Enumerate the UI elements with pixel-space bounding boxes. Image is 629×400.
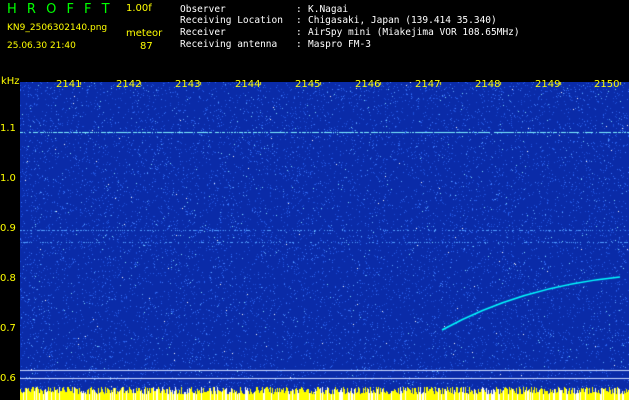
freq-label: 0.6 xyxy=(0,373,16,384)
app-title: H R O F F T xyxy=(7,2,113,17)
filename-label: KN9_2506302140.png xyxy=(7,23,108,33)
info-sep: : xyxy=(296,27,302,38)
info-sep: : xyxy=(296,39,302,50)
mode-label: meteor xyxy=(126,28,163,39)
info-sep: : xyxy=(296,15,302,26)
info-value: K.Nagai xyxy=(308,4,349,15)
time-tick-label: 2147 xyxy=(415,79,441,90)
freq-label: 0.8 xyxy=(0,273,16,284)
time-tick-label: 2146 xyxy=(355,79,381,90)
info-label: Observer xyxy=(180,4,226,15)
info-value: Maspro FM-3 xyxy=(308,39,371,50)
info-label: Receiver xyxy=(180,27,226,38)
freq-label: 0.7 xyxy=(0,323,16,334)
datetime-label: 25.06.30 21:40 xyxy=(7,41,76,51)
info-sep: : xyxy=(296,4,302,15)
time-tick-label: 2142 xyxy=(116,79,142,90)
frequency-axis xyxy=(0,89,20,400)
time-tick-label: 2148 xyxy=(475,79,501,90)
time-tick-label: 2141 xyxy=(56,79,82,90)
version-label: 1.00f xyxy=(126,3,152,14)
info-label: Receiving antenna xyxy=(180,39,278,50)
freq-label: 1.0 xyxy=(0,173,16,184)
time-tick-label: 2143 xyxy=(175,79,201,90)
unit-label: kHz xyxy=(1,76,20,87)
count-label: 87 xyxy=(140,41,153,52)
info-value: Chigasaki, Japan (139.414 35.340) xyxy=(308,15,497,26)
time-tick-label: 2145 xyxy=(295,79,321,90)
info-row-antenna: Receiving antenna: Maspro FM-3 xyxy=(180,40,371,59)
info-label: Receiving Location xyxy=(180,15,283,26)
time-tick-label: 2144 xyxy=(235,79,261,90)
info-value: AirSpy mini (Miakejima VOR 108.65MHz) xyxy=(308,27,520,38)
freq-label: 1.1 xyxy=(0,123,16,134)
time-tick-label: 2149 xyxy=(535,79,561,90)
freq-label: 0.9 xyxy=(0,223,16,234)
spectrogram-canvas xyxy=(20,82,629,400)
time-tick-label: 2150 xyxy=(594,79,620,90)
